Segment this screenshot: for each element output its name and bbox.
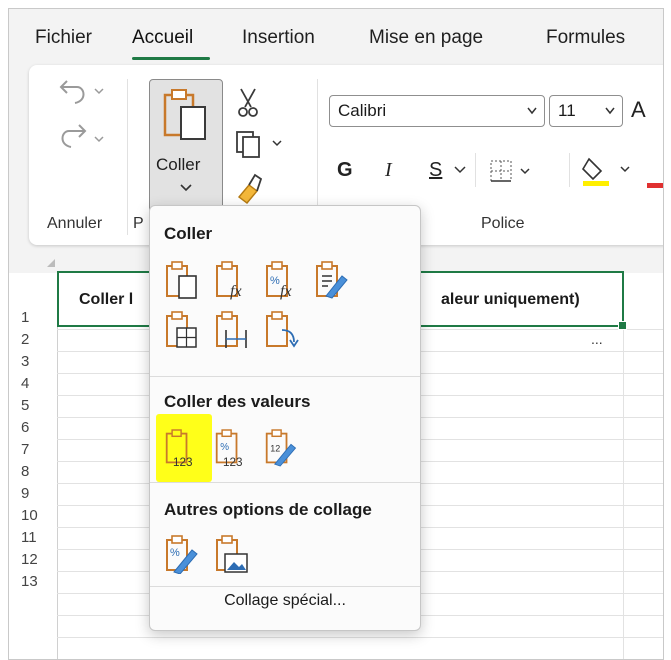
menu-divider xyxy=(150,482,420,483)
group-divider xyxy=(127,79,128,235)
chevron-down-icon xyxy=(527,107,537,115)
section-title-coller: Coller xyxy=(164,224,213,243)
tab-formules[interactable]: Formules xyxy=(546,27,625,49)
undo-icon[interactable] xyxy=(57,75,107,111)
font-color-swatch[interactable] xyxy=(647,183,663,188)
paste-formulas-icon[interactable]: fx xyxy=(214,260,250,300)
cell-text-left: Coller l xyxy=(79,291,134,308)
menu-divider xyxy=(150,586,420,587)
paste-values-number-format-icon[interactable]: % 123 xyxy=(214,428,250,468)
menu-bar: Fichier Accueil Insertion Mise en page F… xyxy=(9,9,663,61)
chevron-down-icon xyxy=(605,107,615,115)
paste-icon[interactable] xyxy=(164,260,200,300)
bold-button[interactable]: G xyxy=(337,159,353,182)
row-header-border xyxy=(57,273,58,659)
italic-button[interactable]: I xyxy=(385,159,392,182)
cell-text-right: aleur uniquement) xyxy=(441,291,580,308)
copy-icon[interactable] xyxy=(233,129,287,159)
menu-divider xyxy=(150,376,420,377)
select-all-corner[interactable] xyxy=(47,259,55,267)
cut-icon[interactable] xyxy=(233,85,263,119)
paste-formulas-number-format-icon[interactable]: % fx xyxy=(264,260,300,300)
paste-clipboard-icon xyxy=(163,89,206,140)
svg-text:123: 123 xyxy=(173,456,193,468)
svg-text:%: % xyxy=(220,442,229,453)
underline-button[interactable]: S xyxy=(429,159,442,182)
section-title-coller-des-valeurs: Coller des valeurs xyxy=(164,392,311,411)
paste-formatting-icon[interactable]: % xyxy=(164,534,200,574)
paste-options-menu: Coller fx % fx Coller des valeurs 123 % … xyxy=(149,205,421,631)
paste-options-ellipsis[interactable]: ... xyxy=(591,331,603,347)
font-size-combo[interactable]: 11 xyxy=(549,95,623,127)
tab-fichier[interactable]: Fichier xyxy=(35,27,92,49)
column-line xyxy=(623,273,624,659)
fill-color-icon[interactable] xyxy=(581,153,639,189)
excel-window: Fichier Accueil Insertion Mise en page F… xyxy=(8,8,664,660)
fill-handle[interactable] xyxy=(618,321,627,330)
row-header-1[interactable]: 1 xyxy=(9,309,57,331)
tab-mise-en-page[interactable]: Mise en page xyxy=(369,27,483,49)
row-header-12[interactable]: 12 xyxy=(9,551,57,573)
paste-no-borders-icon[interactable] xyxy=(164,310,200,350)
font-size-value: 11 xyxy=(558,101,576,120)
increase-font-size-button[interactable]: A xyxy=(631,97,646,123)
row-header-8[interactable]: 8 xyxy=(9,463,57,485)
row-header-3[interactable]: 3 xyxy=(9,353,57,375)
row-line xyxy=(57,637,663,638)
redo-icon[interactable] xyxy=(57,119,107,155)
section-title-autres-options: Autres options de collage xyxy=(164,500,372,519)
row-header-7[interactable]: 7 xyxy=(9,441,57,463)
row-header-4[interactable]: 4 xyxy=(9,375,57,397)
row-header-9[interactable]: 9 xyxy=(9,485,57,507)
font-name-value: Calibri xyxy=(338,101,387,120)
paste-values-source-formatting-icon[interactable]: 12 xyxy=(264,428,300,468)
row-header-10[interactable]: 10 xyxy=(9,507,57,529)
svg-text:fx: fx xyxy=(230,283,242,300)
paste-label: Coller xyxy=(156,155,201,174)
group-label-presse-papiers: P xyxy=(133,215,144,232)
chevron-down-icon xyxy=(180,184,192,192)
row-header-6[interactable]: 6 xyxy=(9,419,57,441)
borders-icon[interactable] xyxy=(489,159,539,185)
active-tab-indicator xyxy=(132,57,210,60)
paste-special-item[interactable]: Collage spécial... xyxy=(150,592,420,610)
svg-text:%: % xyxy=(170,547,180,559)
tab-insertion[interactable]: Insertion xyxy=(242,27,315,49)
svg-text:fx: fx xyxy=(280,283,292,300)
paste-keep-column-widths-icon[interactable] xyxy=(214,310,250,350)
paste-picture-icon[interactable] xyxy=(214,534,250,574)
paste-keep-source-formatting-icon[interactable] xyxy=(314,260,350,300)
paste-values-icon[interactable]: 123 xyxy=(164,428,200,468)
divider xyxy=(475,153,476,187)
row-header-5[interactable]: 5 xyxy=(9,397,57,419)
format-painter-icon[interactable] xyxy=(233,171,265,205)
paste-transpose-icon[interactable] xyxy=(264,310,300,350)
font-name-combo[interactable]: Calibri xyxy=(329,95,545,127)
tab-accueil[interactable]: Accueil xyxy=(132,27,193,49)
group-label-annuler: Annuler xyxy=(47,215,103,232)
row-header-11[interactable]: 11 xyxy=(9,529,57,551)
svg-text:123: 123 xyxy=(223,456,243,468)
group-label-police: Police xyxy=(481,215,525,232)
row-header-13[interactable]: 13 xyxy=(9,573,57,595)
divider xyxy=(569,153,570,187)
svg-text:12: 12 xyxy=(270,444,280,454)
svg-text:%: % xyxy=(270,275,280,287)
chevron-down-icon[interactable] xyxy=(453,165,467,175)
row-header-2[interactable]: 2 xyxy=(9,331,57,353)
